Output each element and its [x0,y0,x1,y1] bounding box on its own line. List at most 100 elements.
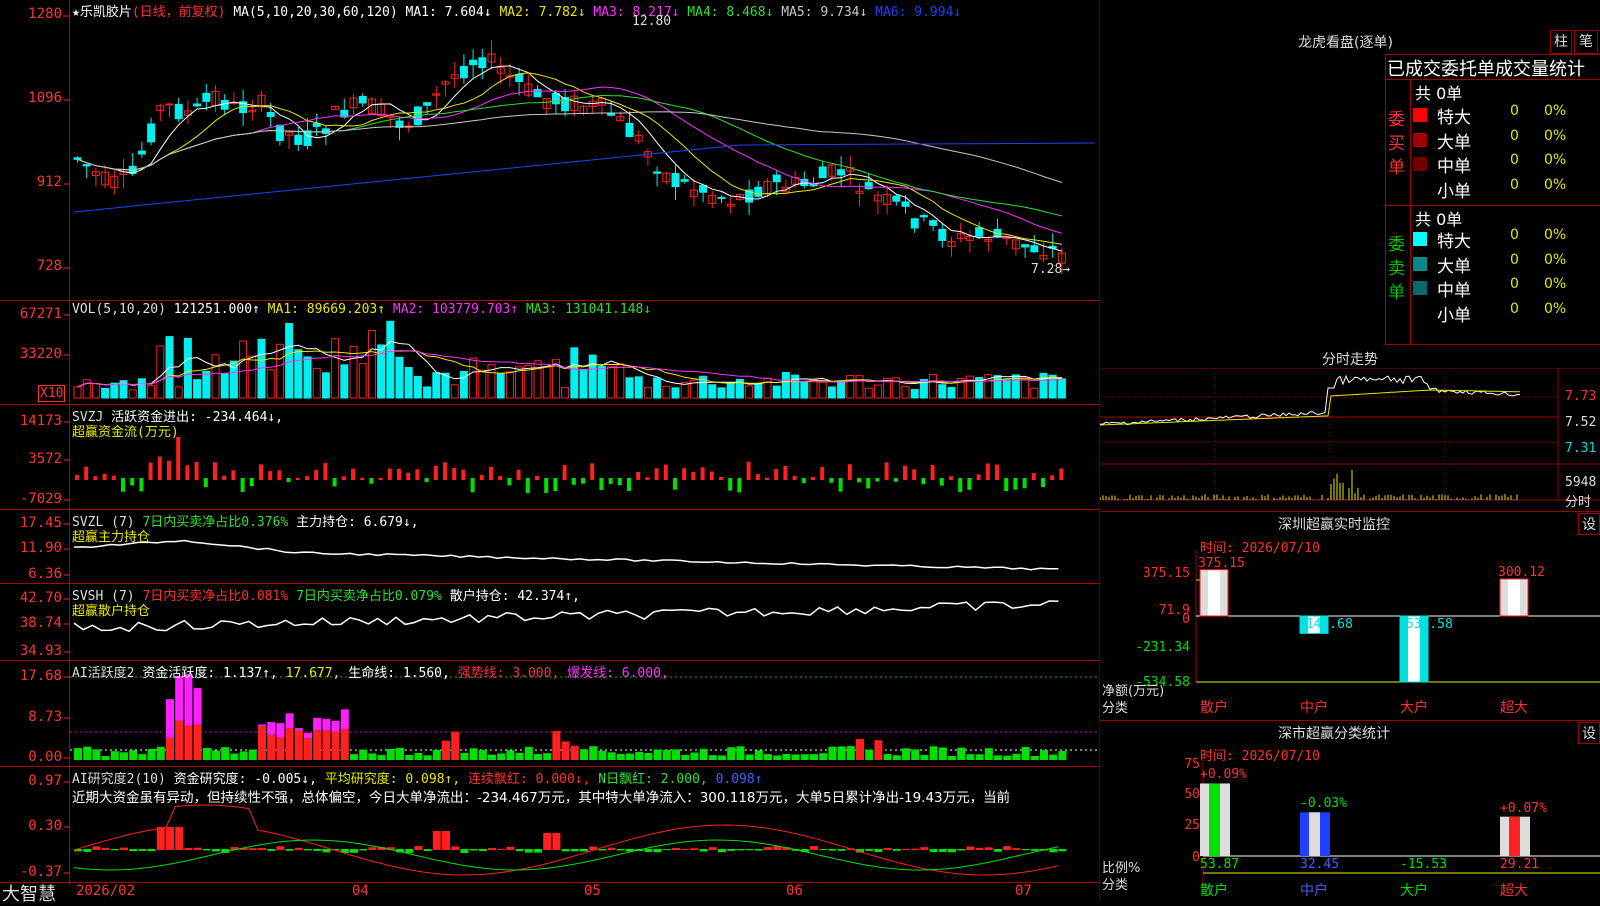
research-bar [258,847,266,850]
favorite-star-icon[interactable]: ★ [72,5,80,20]
candle-body [82,164,91,167]
activity-bar-burst [304,732,312,739]
volume-bar [174,386,183,399]
brand-logo: 大智慧 [2,884,56,905]
candle-body [837,169,846,176]
monitor-bar [1199,569,1229,617]
activity-bar [74,748,82,760]
row-name: 小单 [1437,181,1471,202]
flow-bar [571,478,576,485]
monitor-axis-label: -231.34 [1135,640,1190,655]
flow-bar [949,476,953,480]
activity-bar [258,726,266,760]
ma6-line [73,142,1096,213]
activity-bar [699,748,708,760]
row-pct: 0% [1544,251,1567,268]
activity-bar [570,745,579,760]
flow-bar [838,478,843,492]
activity-bar [377,754,386,760]
activity-bar [690,752,699,760]
monitor-category: 散户 [1200,700,1228,716]
period-label[interactable]: (日线，前复权) [132,5,226,20]
research-bar [212,849,220,852]
volume-bar [147,385,156,399]
research-bar [175,827,184,850]
ai2-header: AI研究度2(10) 资金研究度: -0.005↓, 平均研究度: 0.098↑… [72,768,763,787]
flow-bar [755,474,760,480]
ai1-axis-label: 0.00 [28,749,62,765]
vol-ma2: MA2: 103779.703↑ [392,302,519,317]
activity-bar-burst [193,688,202,725]
activity-bar [147,748,156,760]
activity-bar [791,754,800,760]
dragon-tabs[interactable]: 已成交委托单成交量统计 [1387,55,1585,81]
flow-bar [746,461,751,480]
intraday-chart[interactable] [1100,368,1600,511]
main-position-curve [73,539,1059,571]
activity-bar [800,754,809,760]
volume-bar [496,372,505,399]
candle-body [892,195,901,202]
candle-body [929,220,938,226]
flow-bar [765,477,769,480]
flow-bar [709,471,714,480]
price-axis-label: 1096 [28,90,62,106]
volume-bar [459,370,468,399]
volume-bar [285,322,294,399]
flow-bar [857,478,861,483]
activity-bar [92,749,101,760]
volume-bar [1030,387,1039,399]
research-bar [975,847,984,850]
flow-bar [590,463,595,480]
volume-bar [625,377,634,399]
flow-bar [516,469,521,480]
classify-title: 深市超赢分类统计 [1278,726,1390,742]
monitor-category: 超大 [1500,700,1528,716]
research-bar [120,847,128,850]
monitor-settings-button[interactable]: 设 [1578,513,1600,535]
classify-axis-label: 50 [1184,787,1200,802]
research-bar [865,849,874,851]
vol-value: 121251.000↑ [173,302,260,317]
activity-bar [892,755,901,760]
volume-bar [248,355,257,399]
research-bar [819,849,828,851]
activity-bar [543,753,552,760]
volume-bar [450,384,459,399]
flow-bar [443,462,447,480]
activity-bar [616,753,625,760]
volume-bar [1048,374,1057,399]
flow-bar [222,475,227,480]
candle-body [220,99,229,110]
volume-bar [294,349,303,399]
activity-bar [920,754,929,760]
candle-body [423,102,432,106]
research-bar [1030,849,1039,851]
activity-bar-burst [267,721,276,735]
activity-bar [202,748,211,760]
volume-bar [432,372,441,399]
monitor-bar-label: -534.58 [1398,617,1453,632]
volume-bar [846,375,855,399]
volume-bar [395,356,404,399]
monitor-bar [1499,578,1529,617]
flow-bar [277,470,282,480]
flow-bar [111,475,116,480]
volume-bar [763,377,772,399]
volume-bar [239,340,248,399]
svsh-ratio2: 7日内买卖净占比0.079% [296,589,442,604]
activity-bar [534,754,542,760]
flow-bar [700,467,705,480]
flow-bar [737,478,742,493]
chart-canvas[interactable] [0,0,1100,900]
ma4-value: MA4: 8.468↓ [687,5,774,20]
activity-bar [1030,755,1039,760]
research-bar [193,847,202,850]
column-mode-button[interactable]: 柱 [1550,30,1572,54]
flow-bar [645,477,650,480]
classify-settings-button[interactable]: 设 [1578,722,1600,744]
research-bar [920,847,929,850]
classify-value-label: -15.53 [1400,857,1447,872]
flow-bar [305,476,309,480]
tick-mode-button[interactable]: 笔 [1574,30,1598,54]
